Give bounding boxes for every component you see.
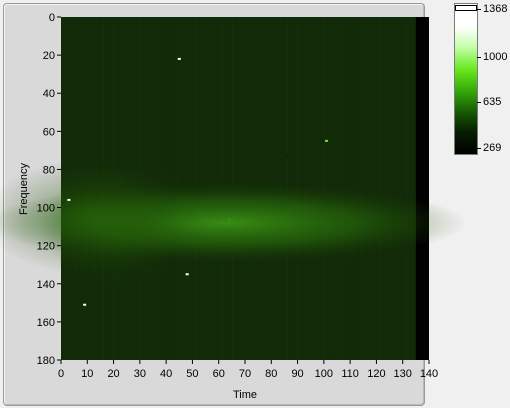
colorbar-tick	[477, 102, 481, 103]
hot-pixel	[332, 355, 336, 358]
x-tick-label: 70	[239, 368, 251, 380]
colorbar-label-635: 635	[483, 96, 502, 108]
colorbar-tick	[477, 57, 481, 58]
x-tick-label: 140	[420, 368, 438, 380]
heatmap-streak	[379, 17, 381, 360]
y-tick-label: 160	[37, 317, 55, 329]
x-tick-label: 100	[315, 368, 333, 380]
x-tick-label: 10	[81, 368, 93, 380]
x-tick-label: 120	[367, 368, 385, 380]
heatmap-streak	[406, 17, 408, 360]
heatmap-streak	[351, 17, 353, 360]
hot-pixel	[285, 155, 289, 158]
colorbar-label-max: 1368	[483, 3, 508, 15]
colorbar	[454, 3, 478, 155]
x-tick-label: 110	[341, 368, 359, 380]
heatmap-blob	[43, 166, 184, 287]
x-tick-label: 40	[160, 368, 172, 380]
x-tick-label: 50	[186, 368, 198, 380]
y-tick-label: 40	[43, 88, 55, 100]
y-tick-label: 80	[43, 164, 55, 176]
hot-pixel	[67, 198, 71, 201]
colorbar-tick	[477, 148, 481, 149]
colorbar-tick	[477, 9, 481, 10]
y-tick-label: 60	[43, 126, 55, 138]
x-tick-label: 20	[107, 368, 119, 380]
x-tick-label: 90	[291, 368, 303, 380]
y-tick-label: 140	[37, 279, 55, 291]
hot-pixel	[185, 273, 189, 276]
y-tick-label: 20	[43, 50, 55, 62]
hot-pixel	[83, 303, 87, 306]
y-axis-title: Frequency	[18, 163, 30, 215]
heatmap-streak	[388, 17, 390, 360]
x-tick-label: 60	[213, 368, 225, 380]
x-tick-label: 80	[265, 368, 277, 380]
x-tick-label: 130	[394, 368, 412, 380]
y-tick-label: 0	[49, 12, 55, 24]
y-tick-label: 180	[37, 355, 55, 367]
hot-pixel	[227, 217, 231, 220]
hot-pixel	[177, 57, 181, 60]
heatmap-streak	[369, 17, 371, 360]
y-tick-label: 120	[37, 241, 55, 253]
hot-pixel	[324, 139, 328, 142]
intensity-graph[interactable]: 0 10 20 30 40 50 60 70 80 90 100 110 120 130 140 0 20 40…	[0, 0, 510, 408]
x-axis: 0 10 20 30 40 50 60 70 80 90 100 110 120 130 140	[58, 360, 438, 380]
x-tick-label: 0	[58, 368, 64, 380]
x-axis-title: Time	[233, 389, 257, 401]
heatmap-streak	[397, 17, 399, 360]
y-tick-label: 100	[37, 203, 55, 215]
hot-pixel	[264, 59, 268, 62]
heatmap-streak	[360, 17, 362, 360]
colorbar-label-min: 269	[483, 142, 502, 154]
colorbar-max-handle[interactable]	[455, 5, 477, 11]
colorbar-label-1000: 1000	[483, 51, 508, 63]
heatmap-image	[0, 17, 467, 360]
x-tick-label: 30	[134, 368, 146, 380]
